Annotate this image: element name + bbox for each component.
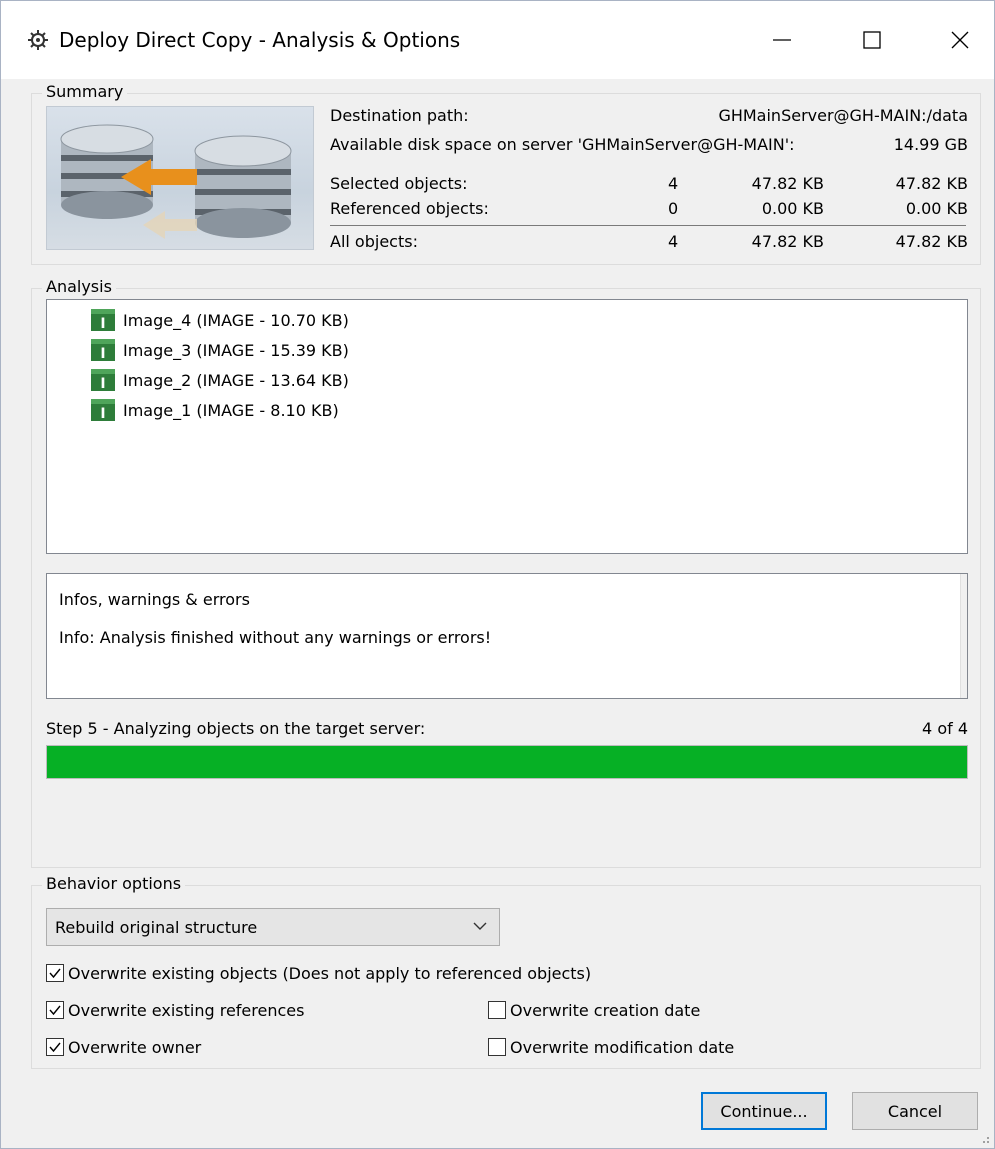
checkmark-icon <box>49 1042 61 1053</box>
structure-dropdown[interactable]: Rebuild original structure <box>46 908 500 946</box>
image-object-icon: I <box>91 369 115 391</box>
checkbox-box[interactable] <box>46 964 64 982</box>
all-objects-label: All objects: <box>330 232 418 251</box>
step-count: 4 of 4 <box>922 719 968 738</box>
overwrite-objects-checkbox[interactable]: Overwrite existing objects (Does not app… <box>46 961 591 985</box>
destination-label: Destination path: <box>330 106 469 125</box>
chevron-down-icon <box>473 922 487 930</box>
continue-button[interactable]: Continue... <box>701 1092 827 1130</box>
infos-message: Info: Analysis finished without any warn… <box>59 628 492 647</box>
selected-objects-size: 47.82 KB <box>751 174 824 193</box>
svg-text:I: I <box>100 406 105 421</box>
overwrite-owner-checkbox[interactable]: Overwrite owner <box>46 1035 201 1059</box>
image-object-icon: I <box>91 339 115 361</box>
maximize-icon <box>863 31 881 49</box>
referenced-objects-size: 0.00 KB <box>761 199 824 218</box>
tree-item-label: Image_2 (IMAGE - 13.64 KB) <box>123 370 349 390</box>
progress-fill <box>47 746 967 778</box>
all-objects-count: 4 <box>668 232 679 251</box>
overwrite-objects-label: Overwrite existing objects (Does not app… <box>68 963 592 983</box>
analysis-tree[interactable]: I Image_4 (IMAGE - 10.70 KB) I Image_3 (… <box>46 299 968 554</box>
referenced-objects-count: 0 <box>668 199 679 218</box>
cancel-button[interactable]: Cancel <box>852 1092 978 1130</box>
overwrite-creation-date-checkbox[interactable]: Overwrite creation date <box>488 998 700 1022</box>
checkbox-box[interactable] <box>488 1001 506 1019</box>
checkmark-icon <box>49 1005 61 1016</box>
tree-item-image-3[interactable]: I Image_3 (IMAGE - 15.39 KB) <box>91 337 349 363</box>
overwrite-owner-label: Overwrite owner <box>68 1037 202 1057</box>
tree-item-label: Image_4 (IMAGE - 10.70 KB) <box>123 310 349 330</box>
infos-title: Infos, warnings & errors <box>59 590 250 609</box>
close-button[interactable] <box>915 1 995 79</box>
checkbox-box[interactable] <box>488 1038 506 1056</box>
image-object-icon: I <box>91 309 115 331</box>
database-copy-icon <box>60 124 292 239</box>
maximize-button[interactable] <box>827 1 917 79</box>
analysis-label: Analysis <box>42 277 116 296</box>
overwrite-creation-date-label: Overwrite creation date <box>510 1000 701 1020</box>
all-objects-size: 47.82 KB <box>751 232 824 251</box>
disk-space-value: 14.99 GB <box>893 135 968 154</box>
analysis-group: Analysis I Image_4 (IMAGE - 10.70 KB) I … <box>31 277 981 868</box>
image-object-icon: I <box>91 399 115 421</box>
dialog-window: Deploy Direct Copy - Analysis & Options … <box>0 0 995 1149</box>
overwrite-references-label: Overwrite existing references <box>68 1000 305 1020</box>
minimize-icon <box>773 39 791 41</box>
overwrite-modification-date-checkbox[interactable]: Overwrite modification date <box>488 1035 734 1059</box>
overwrite-modification-date-label: Overwrite modification date <box>510 1037 735 1057</box>
selected-objects-count: 4 <box>668 174 679 193</box>
checkbox-box[interactable] <box>46 1001 64 1019</box>
destination-value: GHMainServer@GH-MAIN:/data <box>718 106 968 125</box>
svg-text:I: I <box>100 346 105 361</box>
step-label: Step 5 - Analyzing objects on the target… <box>46 719 426 738</box>
infos-panel[interactable]: Infos, warnings & errors Info: Analysis … <box>46 573 968 699</box>
checkmark-icon <box>49 968 61 979</box>
window-title: Deploy Direct Copy - Analysis & Options <box>59 28 461 52</box>
referenced-objects-label: Referenced objects: <box>330 199 489 218</box>
tree-item-image-4[interactable]: I Image_4 (IMAGE - 10.70 KB) <box>91 307 349 333</box>
summary-label: Summary <box>42 82 128 101</box>
all-objects-total: 47.82 KB <box>895 232 968 251</box>
resize-grip-icon[interactable] <box>978 1132 990 1144</box>
infos-scrollbar[interactable] <box>960 574 967 698</box>
behavior-options-label: Behavior options <box>42 874 186 893</box>
gear-icon <box>28 30 48 50</box>
checkbox-box[interactable] <box>46 1038 64 1056</box>
selected-objects-label: Selected objects: <box>330 174 468 193</box>
minimize-button[interactable] <box>737 1 827 79</box>
referenced-objects-total: 0.00 KB <box>905 199 968 218</box>
progress-bar <box>46 745 968 779</box>
close-icon <box>951 31 969 49</box>
tree-item-image-2[interactable]: I Image_2 (IMAGE - 13.64 KB) <box>91 367 349 393</box>
tree-item-label: Image_1 (IMAGE - 8.10 KB) <box>123 400 339 420</box>
selected-objects-total: 47.82 KB <box>895 174 968 193</box>
overwrite-references-checkbox[interactable]: Overwrite existing references <box>46 998 304 1022</box>
disk-space-label: Available disk space on server 'GHMainSe… <box>330 135 795 154</box>
tree-item-label: Image_3 (IMAGE - 15.39 KB) <box>123 340 349 360</box>
svg-text:I: I <box>100 376 105 391</box>
summary-divider <box>330 225 966 226</box>
tree-item-image-1[interactable]: I Image_1 (IMAGE - 8.10 KB) <box>91 397 339 423</box>
summary-group: Summary Destination path: GHMainServer@G… <box>31 82 981 265</box>
title-bar: Deploy Direct Copy - Analysis & Options <box>1 1 994 79</box>
svg-text:I: I <box>100 316 105 331</box>
deploy-banner-image <box>46 106 314 250</box>
behavior-options-group: Behavior options Rebuild original struct… <box>31 874 981 1069</box>
structure-dropdown-value: Rebuild original structure <box>55 918 258 937</box>
